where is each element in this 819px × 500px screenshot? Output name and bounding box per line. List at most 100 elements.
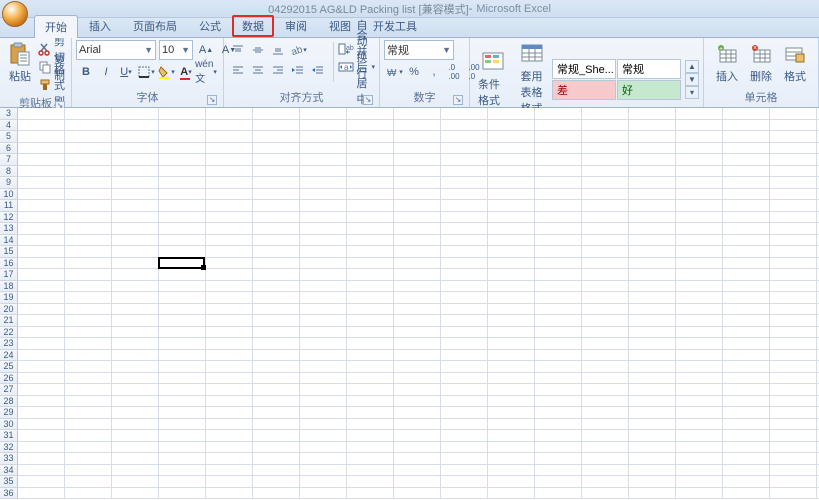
worksheet-grid[interactable]: 3456789101112131415161718192021222324252… — [0, 108, 819, 500]
cell[interactable] — [770, 235, 817, 246]
underline-button[interactable]: U▾ — [116, 62, 136, 82]
cell[interactable] — [770, 453, 817, 464]
cell[interactable] — [394, 488, 441, 499]
row-header[interactable]: 29 — [0, 407, 18, 419]
cell[interactable] — [488, 384, 535, 395]
cell[interactable] — [347, 108, 394, 119]
cell[interactable] — [394, 108, 441, 119]
cell[interactable] — [159, 108, 206, 119]
cell[interactable] — [582, 430, 629, 441]
cell[interactable] — [253, 281, 300, 292]
cell[interactable] — [488, 223, 535, 234]
cell[interactable] — [300, 223, 347, 234]
row-header[interactable]: 10 — [0, 189, 18, 201]
cell[interactable] — [18, 212, 65, 223]
row-header[interactable]: 19 — [0, 292, 18, 304]
conditional-format-button[interactable]: 条件格式 — [474, 48, 511, 110]
cell[interactable] — [159, 453, 206, 464]
cell[interactable] — [300, 281, 347, 292]
cell[interactable] — [676, 108, 723, 119]
cell[interactable] — [65, 200, 112, 211]
cell[interactable] — [441, 442, 488, 453]
cell[interactable] — [18, 315, 65, 326]
cell[interactable] — [347, 143, 394, 154]
styles-more[interactable]: ▾ — [685, 86, 699, 99]
cell[interactable] — [488, 154, 535, 165]
cell[interactable] — [535, 143, 582, 154]
cell[interactable] — [65, 384, 112, 395]
cell[interactable] — [300, 166, 347, 177]
cell[interactable] — [18, 269, 65, 280]
cell[interactable] — [65, 304, 112, 315]
cell[interactable] — [676, 442, 723, 453]
cell[interactable] — [206, 384, 253, 395]
cell[interactable] — [441, 200, 488, 211]
cell[interactable] — [253, 465, 300, 476]
cell[interactable] — [629, 281, 676, 292]
cell[interactable] — [629, 189, 676, 200]
styles-scroll-up[interactable]: ▲ — [685, 60, 699, 73]
cell[interactable] — [112, 177, 159, 188]
cell[interactable] — [206, 166, 253, 177]
cell[interactable] — [206, 430, 253, 441]
cell[interactable] — [159, 373, 206, 384]
cell[interactable] — [159, 269, 206, 280]
cell[interactable] — [394, 292, 441, 303]
cell[interactable] — [112, 338, 159, 349]
cell[interactable] — [394, 131, 441, 142]
cell[interactable] — [18, 108, 65, 119]
cell[interactable] — [535, 327, 582, 338]
cell[interactable] — [159, 442, 206, 453]
cell[interactable] — [300, 177, 347, 188]
cell[interactable] — [488, 419, 535, 430]
cell[interactable] — [253, 396, 300, 407]
cell[interactable] — [300, 384, 347, 395]
cell[interactable] — [676, 246, 723, 257]
cell[interactable] — [206, 407, 253, 418]
cell[interactable] — [347, 154, 394, 165]
cell[interactable] — [394, 419, 441, 430]
align-bottom-button[interactable] — [268, 40, 288, 60]
cell[interactable] — [394, 430, 441, 441]
cell[interactable] — [159, 177, 206, 188]
cell[interactable] — [535, 488, 582, 499]
cell[interactable] — [300, 350, 347, 361]
cell[interactable] — [253, 327, 300, 338]
cell[interactable] — [206, 212, 253, 223]
cell[interactable] — [394, 143, 441, 154]
cell[interactable] — [770, 120, 817, 131]
cell[interactable] — [159, 304, 206, 315]
cell[interactable] — [488, 453, 535, 464]
cell[interactable] — [629, 177, 676, 188]
cell[interactable] — [723, 453, 770, 464]
cell[interactable] — [629, 373, 676, 384]
cell[interactable] — [112, 258, 159, 269]
cell[interactable] — [112, 488, 159, 499]
row-header[interactable]: 20 — [0, 304, 18, 316]
cell[interactable] — [582, 177, 629, 188]
cell[interactable] — [770, 465, 817, 476]
cell[interactable] — [112, 223, 159, 234]
cell[interactable] — [65, 361, 112, 372]
row-header[interactable]: 8 — [0, 166, 18, 178]
cell[interactable] — [394, 281, 441, 292]
cell[interactable] — [159, 488, 206, 499]
cell[interactable] — [488, 430, 535, 441]
cell[interactable] — [535, 476, 582, 487]
cell[interactable] — [65, 166, 112, 177]
cell[interactable] — [723, 304, 770, 315]
cell[interactable] — [488, 338, 535, 349]
cell[interactable] — [300, 235, 347, 246]
cell[interactable] — [629, 269, 676, 280]
cell[interactable] — [65, 131, 112, 142]
cell[interactable] — [347, 430, 394, 441]
cell[interactable] — [676, 384, 723, 395]
cell[interactable] — [676, 476, 723, 487]
cell[interactable] — [394, 235, 441, 246]
cell[interactable] — [253, 200, 300, 211]
cell[interactable] — [112, 212, 159, 223]
cell[interactable] — [300, 200, 347, 211]
cell[interactable] — [300, 154, 347, 165]
cell[interactable] — [535, 131, 582, 142]
cell[interactable] — [300, 327, 347, 338]
